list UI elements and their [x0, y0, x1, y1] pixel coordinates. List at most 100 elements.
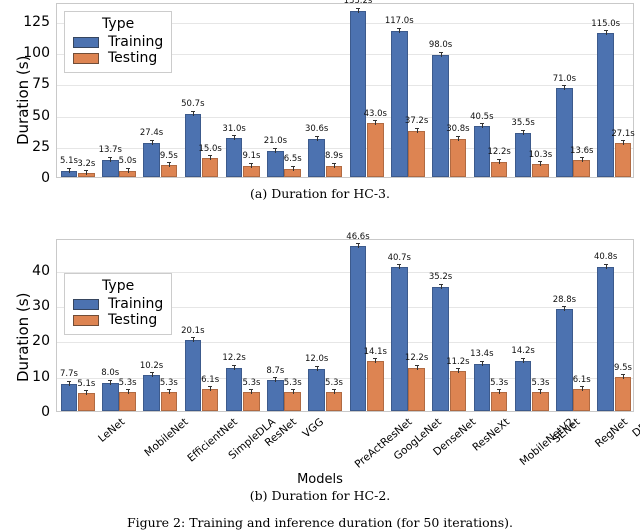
- legend-item-testing[interactable]: Testing: [73, 51, 163, 65]
- y-tick-label: 40: [32, 262, 50, 279]
- error-bar: [523, 358, 525, 363]
- error-bar-cap: [314, 135, 319, 137]
- bar-training-vgg: [267, 380, 284, 411]
- error-bar: [192, 338, 194, 343]
- error-bar: [127, 168, 129, 173]
- error-bar-cap: [538, 161, 543, 163]
- error-bar: [86, 171, 88, 175]
- error-bar-cap: [479, 360, 484, 362]
- error-bar-cap: [332, 389, 337, 391]
- error-bar-cap: [397, 264, 402, 266]
- bar-value-label: 15.0s: [198, 143, 222, 154]
- legend-item-testing[interactable]: Testing: [73, 313, 163, 327]
- bar-training-resnet: [225, 138, 243, 177]
- error-bar-cap: [125, 167, 130, 169]
- error-bar: [316, 366, 318, 371]
- y-tick-label: 100: [23, 45, 50, 61]
- error-bar-cap: [355, 7, 360, 9]
- bar-value-label: 31.0s: [222, 123, 246, 134]
- error-bar: [499, 159, 501, 164]
- x-tick-label-resnext: ResNeXt: [470, 416, 513, 454]
- bar-testing-lenet: [78, 393, 95, 411]
- bar-value-label: 98.0s: [428, 40, 453, 50]
- bar-training-vgg: [267, 150, 284, 177]
- error-bar-cap: [66, 380, 71, 382]
- bar-testing-densenet: [408, 367, 425, 411]
- error-bar: [440, 52, 442, 57]
- bar-value-label: 27.1s: [611, 128, 635, 139]
- y-tick-label: 75: [32, 76, 50, 93]
- bar-training-densenet: [391, 30, 408, 177]
- bar-testing-regnet: [573, 389, 590, 411]
- bar-value-label: 8.7s: [266, 365, 285, 376]
- error-bar: [357, 8, 359, 13]
- bar-training-densenet: [391, 267, 408, 411]
- error-bar-cap: [208, 155, 213, 157]
- error-bar-cap: [125, 389, 130, 391]
- bar-testing-dpn: [614, 143, 632, 177]
- error-bar-cap: [603, 30, 608, 32]
- bar-testing-vgg: [284, 392, 301, 411]
- error-bar: [110, 157, 112, 162]
- bar-value-label: 20.1s: [181, 325, 205, 336]
- bar-value-label: 12.2s: [222, 353, 246, 364]
- error-bar-cap: [249, 389, 254, 391]
- bar-training-dpn: [597, 266, 614, 411]
- error-bar-cap: [455, 368, 460, 370]
- error-bar: [416, 365, 418, 370]
- error-bar-cap: [149, 139, 154, 141]
- error-bar: [375, 121, 377, 126]
- error-bar: [540, 390, 542, 395]
- error-bar-cap: [232, 364, 237, 366]
- error-bar: [234, 365, 236, 370]
- bar-training-mobilenet: [102, 382, 119, 411]
- bar-value-label: 46.6s: [346, 231, 370, 242]
- bar-value-label: 5.3s: [531, 377, 550, 388]
- bar-training-lenet: [60, 383, 78, 411]
- legend-label-testing: Testing: [108, 312, 158, 328]
- bar-training-preactresnet: [308, 138, 325, 177]
- legend-title: Type: [102, 16, 135, 32]
- legend-title: Type: [102, 278, 135, 294]
- legend-item-training[interactable]: Training: [73, 35, 163, 49]
- error-bar-cap: [521, 357, 526, 359]
- y-tick-label: 20: [32, 333, 50, 350]
- error-bar: [275, 148, 277, 153]
- error-bar: [86, 391, 88, 395]
- error-bar-cap: [232, 135, 237, 137]
- error-bar: [127, 390, 129, 395]
- bar-testing-resnext: [449, 371, 467, 411]
- legend-b: Type Training Testing: [64, 273, 173, 335]
- bar-value-label: 71.0s: [552, 73, 577, 84]
- legend-item-training[interactable]: Training: [73, 297, 163, 311]
- error-bar-cap: [190, 110, 195, 112]
- error-bar: [316, 136, 318, 141]
- error-bar: [399, 265, 401, 270]
- bar-value-label: 27.4s: [139, 128, 164, 139]
- error-bar: [210, 156, 212, 161]
- bar-value-label: 14.1s: [363, 346, 387, 357]
- bar-training-googlenet: [349, 10, 367, 177]
- error-bar-cap: [208, 386, 213, 388]
- error-bar: [540, 162, 542, 167]
- bar-value-label: 40.7s: [387, 252, 411, 263]
- error-bar: [210, 387, 212, 392]
- bar-value-label: 3.2s: [77, 158, 96, 169]
- y-axis-label-a: Duration (s): [14, 55, 32, 145]
- error-bar-cap: [84, 390, 89, 391]
- error-bar: [151, 373, 153, 377]
- legend-swatch-training-icon: [73, 298, 99, 310]
- error-bar-cap: [414, 364, 419, 366]
- error-bar: [440, 284, 442, 289]
- x-tick-label-regnet: RegNet: [593, 416, 631, 450]
- bar-value-label: 21.0s: [263, 136, 288, 147]
- bar-value-label: 5.3s: [325, 377, 343, 388]
- bar-value-label: 5.3s: [283, 377, 302, 388]
- bar-value-label: 12.0s: [304, 354, 329, 365]
- x-tick-label-lenet: LeNet: [95, 416, 127, 445]
- y-tick-label: 50: [32, 107, 50, 124]
- bar-training-resnext: [432, 54, 449, 177]
- chart-panel-hc3: Duration (s) 0 25 50 75 100 125 5.1s 3.2s 13.7s…: [0, 0, 640, 207]
- bar-training-regnet: [556, 309, 573, 411]
- bar-training-dpn: [597, 33, 614, 177]
